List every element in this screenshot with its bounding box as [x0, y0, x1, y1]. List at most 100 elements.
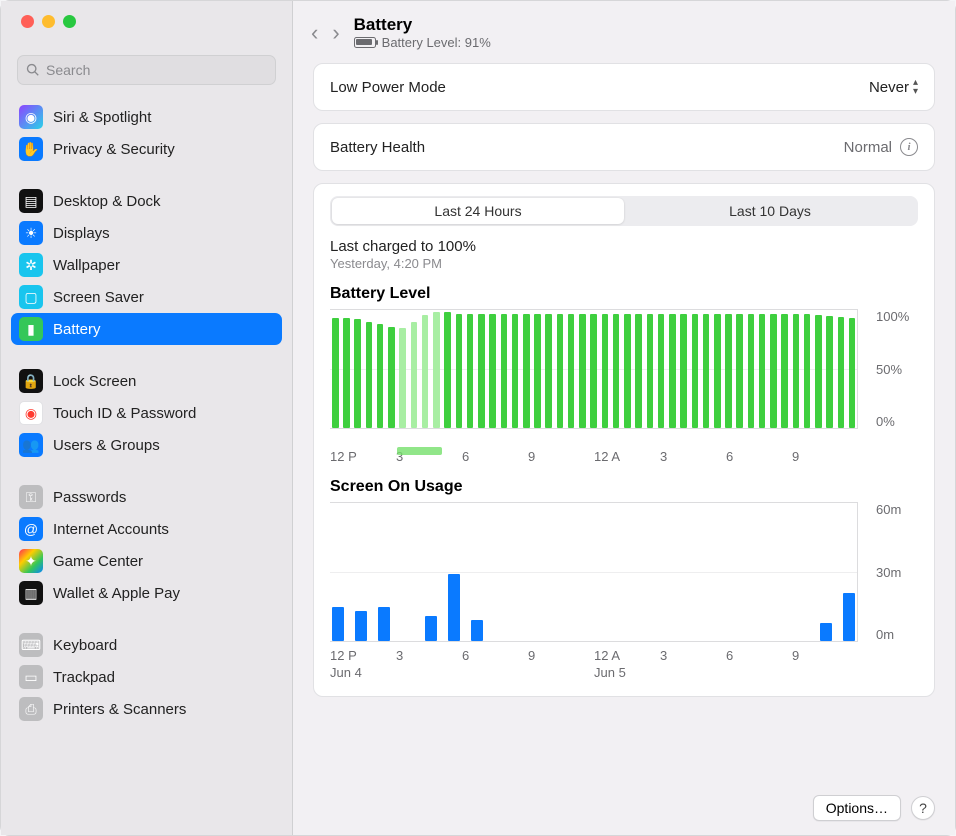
sidebar-item-label: Game Center — [53, 553, 143, 570]
battery-bar — [714, 314, 721, 428]
sidebar-item-label: Internet Accounts — [53, 521, 169, 538]
sidebar-item-game-center[interactable]: ✦Game Center — [11, 545, 282, 577]
screen-on-date-axis: Jun 4Jun 5 — [330, 663, 858, 680]
sidebar-item-label: Privacy & Security — [53, 141, 175, 158]
low-power-mode-popup[interactable]: Never ▴▾ — [869, 78, 918, 96]
battery-bar — [613, 314, 620, 428]
sidebar-item-label: Keyboard — [53, 637, 117, 654]
battery-bar — [725, 314, 732, 428]
battery-bar — [366, 322, 373, 428]
battery-health-card: Battery Health Normal i — [313, 123, 935, 171]
dock-icon: ▤ — [19, 189, 43, 213]
printer-icon: ⎙ — [19, 697, 43, 721]
sidebar-item-siri-spotlight[interactable]: ◉Siri & Spotlight — [11, 101, 282, 133]
tab-last-10-days[interactable]: Last 10 Days — [624, 198, 916, 224]
sidebar-item-label: Lock Screen — [53, 373, 136, 390]
battery-bar — [467, 314, 474, 428]
back-button[interactable]: ‹ — [311, 22, 318, 44]
sidebar-item-label: Touch ID & Password — [53, 405, 196, 422]
usage-bar — [843, 593, 855, 641]
screen-on-x-axis: 12 P36912 A369 — [330, 642, 858, 663]
usage-bar — [355, 611, 367, 641]
battery-health-value: Normal — [844, 139, 892, 156]
tab-last-24-hours[interactable]: Last 24 Hours — [332, 198, 624, 224]
page-subtitle: Battery Level: 91% — [382, 35, 491, 50]
sidebar-item-trackpad[interactable]: ▭Trackpad — [11, 661, 282, 693]
battery-bar — [736, 314, 743, 428]
battery-bar — [523, 314, 530, 428]
search-input[interactable]: Search — [17, 55, 276, 85]
lock-icon: 🔒 — [19, 369, 43, 393]
page-title: Battery — [354, 15, 491, 35]
usage-bar — [448, 574, 460, 641]
low-power-mode-card: Low Power Mode Never ▴▾ — [313, 63, 935, 111]
help-button[interactable]: ? — [911, 796, 935, 820]
battery-bar — [579, 314, 586, 428]
battery-bar — [602, 314, 609, 428]
forward-button[interactable]: › — [332, 22, 339, 44]
sidebar-item-printers-scanners[interactable]: ⎙Printers & Scanners — [11, 693, 282, 725]
footer: Options… ? — [293, 785, 955, 835]
battery-bar — [343, 318, 350, 428]
sidebar-list[interactable]: ◉Siri & Spotlight ✋ Privacy & Security ▤ Des… — [1, 95, 292, 835]
battery-bar — [669, 314, 676, 428]
sidebar-item-label: Desktop & Dock — [53, 193, 161, 210]
trackpad-icon: ▭ — [19, 665, 43, 689]
main-panel: ‹ › Battery Battery Level: 91% Low Power… — [293, 1, 955, 835]
sidebar-item-battery[interactable]: ▮ Battery — [11, 313, 282, 345]
at-icon: @ — [19, 517, 43, 541]
battery-icon: ▮ — [19, 317, 43, 341]
last-charged-time: Yesterday, 4:20 PM — [330, 256, 918, 271]
battery-bar — [748, 314, 755, 428]
battery-level-chart: Battery Level 12 P36912 A369 100%50%0% — [330, 285, 918, 464]
battery-bar — [647, 314, 654, 428]
battery-bar — [781, 314, 788, 428]
battery-bar — [770, 314, 777, 428]
battery-bar — [826, 316, 833, 428]
sidebar-item-screen-saver[interactable]: ▢Screen Saver — [11, 281, 282, 313]
last-charged-title: Last charged to 100% — [330, 238, 918, 255]
battery-bar — [680, 314, 687, 428]
sidebar-item-keyboard[interactable]: ⌨Keyboard — [11, 629, 282, 661]
usage-bar — [332, 607, 344, 642]
window-controls — [1, 1, 292, 49]
header: ‹ › Battery Battery Level: 91% — [293, 1, 955, 59]
usage-bar — [471, 620, 483, 641]
battery-bar — [411, 322, 418, 428]
minimize-window-button[interactable] — [42, 15, 55, 28]
usage-bar — [820, 623, 832, 641]
usage-bar — [425, 616, 437, 641]
battery-health-info-button[interactable]: i — [900, 138, 918, 156]
options-button[interactable]: Options… — [813, 795, 901, 821]
battery-health-label: Battery Health — [330, 139, 425, 156]
screen-on-chart-title: Screen On Usage — [330, 478, 918, 496]
sidebar-item-lock-screen[interactable]: 🔒 Lock Screen — [11, 365, 282, 397]
battery-bar — [332, 318, 339, 428]
sidebar-item-users-groups[interactable]: 👥Users & Groups — [11, 429, 282, 461]
sidebar-item-privacy-security[interactable]: ✋ Privacy & Security — [11, 133, 282, 165]
sidebar-item-label: Siri & Spotlight — [53, 109, 151, 126]
battery-bar — [377, 324, 384, 428]
flower-icon: ✲ — [19, 253, 43, 277]
battery-bar — [444, 312, 451, 428]
battery-bar — [501, 314, 508, 428]
sidebar-item-passwords[interactable]: ⚿Passwords — [11, 481, 282, 513]
sidebar-item-label: Battery — [53, 321, 101, 338]
screen-on-chart: Screen On Usage 12 P36912 A369 Jun 4Jun … — [330, 478, 918, 680]
sidebar-item-touch-id-password[interactable]: ◉Touch ID & Password — [11, 397, 282, 429]
battery-bar — [624, 314, 631, 428]
battery-level-y-axis: 100%50%0% — [872, 309, 918, 429]
sidebar-item-wallet-apple-pay[interactable]: ▥Wallet & Apple Pay — [11, 577, 282, 609]
sidebar-item-desktop-dock[interactable]: ▤ Desktop & Dock — [11, 185, 282, 217]
hand-icon: ✋ — [19, 137, 43, 161]
battery-bar — [456, 314, 463, 428]
sidebar-item-label: Screen Saver — [53, 289, 144, 306]
sidebar-item-displays[interactable]: ☀Displays — [11, 217, 282, 249]
zoom-window-button[interactable] — [63, 15, 76, 28]
sidebar-item-label: Wallpaper — [53, 257, 120, 274]
sidebar-item-internet-accounts[interactable]: @ Internet Accounts — [11, 513, 282, 545]
sidebar-item-wallpaper[interactable]: ✲ Wallpaper — [11, 249, 282, 281]
battery-bar — [399, 328, 406, 428]
close-window-button[interactable] — [21, 15, 34, 28]
battery-bar — [793, 314, 800, 428]
